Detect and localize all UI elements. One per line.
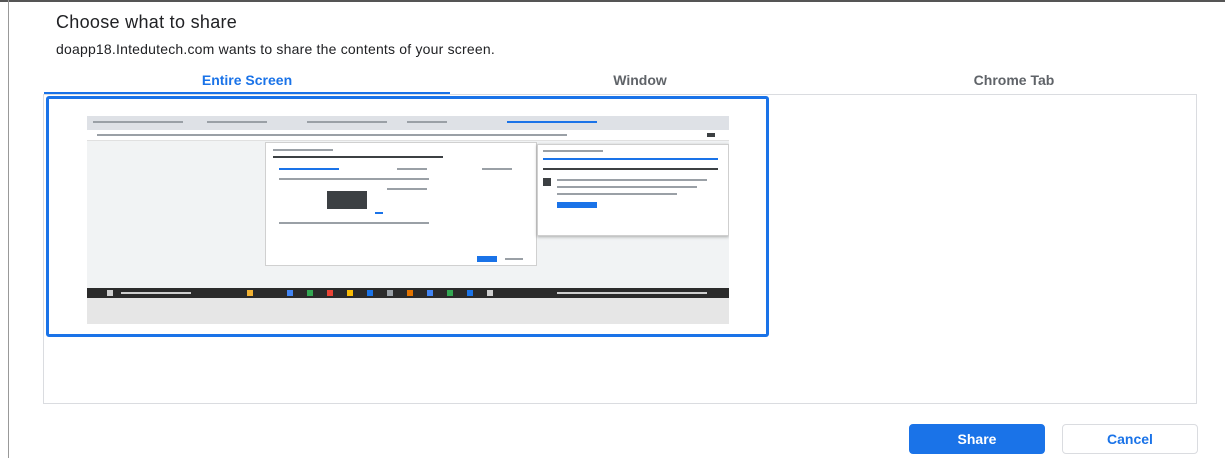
tab-window[interactable]: Window (450, 68, 830, 94)
thumbnail-share-button (477, 256, 497, 262)
screen-thumbnail (87, 116, 729, 324)
thumbnail-toolbar-icons (707, 133, 715, 137)
window-left-border (8, 0, 9, 458)
thumbnail-taskbar-icon (427, 290, 433, 296)
thumbnail-text (557, 193, 677, 195)
thumbnail-active-tab (507, 121, 597, 123)
share-source-tabs: Entire Screen Window Chrome Tab (44, 68, 1198, 94)
thumbnail-button (557, 202, 597, 208)
thumbnail-preview-box (327, 191, 367, 209)
thumbnail-tab-line (279, 168, 339, 170)
thumbnail-icon (543, 178, 551, 186)
thumbnail-tab-text (407, 121, 447, 123)
thumbnail-text (273, 156, 443, 158)
thumbnail-taskbar-icon (247, 290, 253, 296)
entire-screen-option[interactable] (46, 96, 769, 337)
thumbnail-taskbar-icon (407, 290, 413, 296)
thumbnail-text (375, 212, 383, 214)
dialog-title: Choose what to share (56, 12, 238, 32)
thumbnail-taskbar-icon (307, 290, 313, 296)
thumbnail-text (279, 222, 429, 224)
tab-chrome-tab[interactable]: Chrome Tab (830, 68, 1198, 94)
thumbnail-taskbar-icon (107, 290, 113, 296)
cancel-button[interactable]: Cancel (1062, 424, 1198, 454)
thumbnail-bottom-area (87, 298, 729, 324)
thumbnail-text (557, 186, 697, 188)
thumbnail-tab-text (307, 121, 387, 123)
thumbnail-tab-text (93, 121, 183, 123)
thumbnail-text (273, 149, 333, 151)
dialog-subtitle: doapp18.Intedutech.com wants to share th… (56, 41, 495, 57)
thumbnail-taskbar-icon (287, 290, 293, 296)
thumbnail-tab-line (482, 168, 512, 170)
share-button[interactable]: Share (909, 424, 1045, 454)
thumbnail-text (387, 188, 427, 190)
thumbnail-taskbar-tray (557, 292, 707, 294)
thumbnail-text (543, 168, 718, 170)
thumbnail-url-text (97, 134, 567, 136)
window-top-border (0, 0, 1225, 2)
thumbnail-text (279, 178, 429, 180)
thumbnail-taskbar-icon (327, 290, 333, 296)
thumbnail-taskbar-icon (387, 290, 393, 296)
thumbnail-share-dialog (265, 142, 537, 266)
thumbnail-taskbar-icon (467, 290, 473, 296)
thumbnail-cancel-button (505, 258, 523, 260)
thumbnail-taskbar-search (121, 292, 191, 294)
thumbnail-taskbar-icon (347, 290, 353, 296)
thumbnail-taskbar-icon (367, 290, 373, 296)
thumbnail-text (543, 158, 718, 160)
thumbnail-tab-line (397, 168, 427, 170)
thumbnail-taskbar-icon (447, 290, 453, 296)
thumbnail-tab-text (207, 121, 267, 123)
thumbnail-text (557, 179, 707, 181)
tab-entire-screen[interactable]: Entire Screen (44, 68, 450, 94)
share-source-list (43, 94, 1197, 404)
thumbnail-taskbar-icon (487, 290, 493, 296)
thumbnail-text (543, 150, 603, 152)
thumbnail-browser-tabbar (87, 116, 729, 130)
